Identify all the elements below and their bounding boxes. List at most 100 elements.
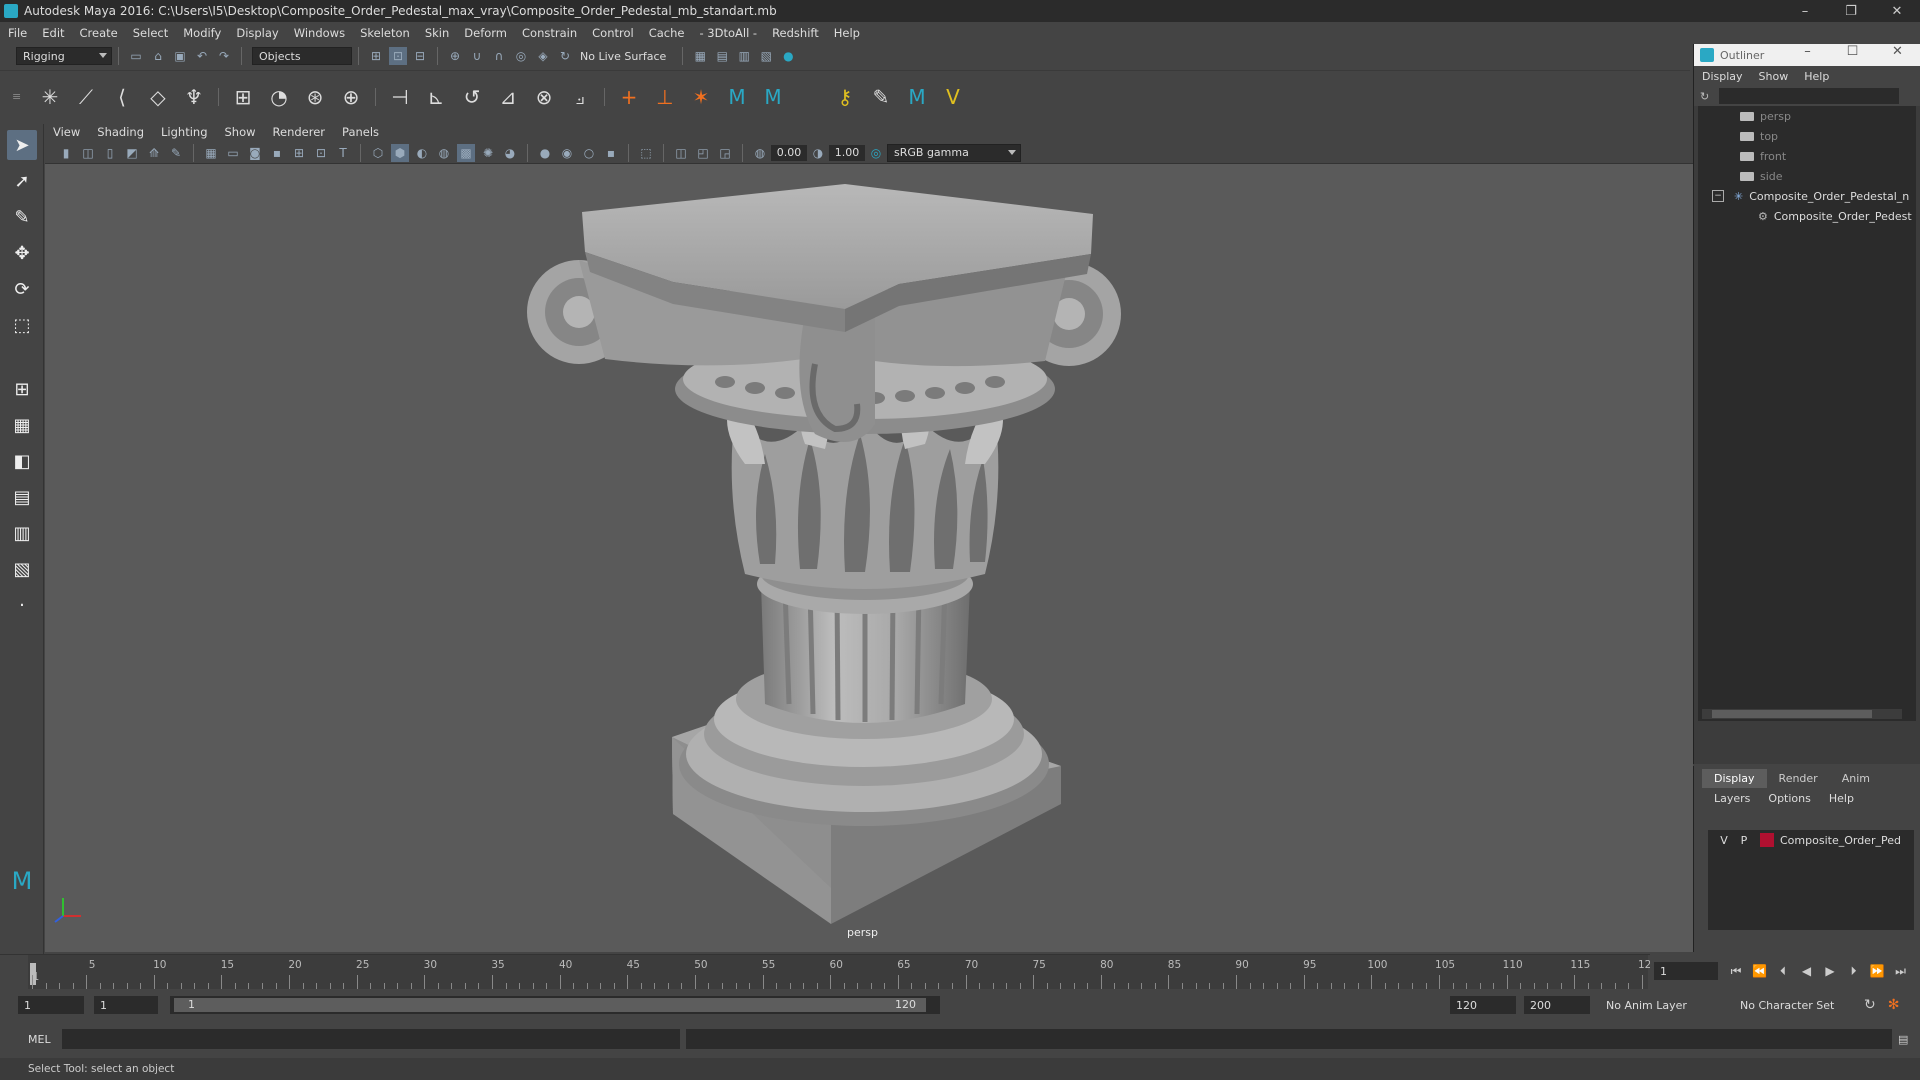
cluster-icon[interactable]: ⊕ xyxy=(336,82,366,112)
select-component-icon[interactable]: ⊟ xyxy=(411,47,429,65)
paint-weights-icon[interactable]: ◔ xyxy=(264,82,294,112)
outliner-layout-icon[interactable]: ▤ xyxy=(7,482,37,512)
scale-constraint-icon[interactable]: ⊿ xyxy=(493,82,523,112)
two-view-icon[interactable]: ◧ xyxy=(7,446,37,476)
2d-pan-icon[interactable]: ⟰ xyxy=(145,144,163,162)
script-editor-icon[interactable]: ▤ xyxy=(1898,1033,1908,1046)
snap-view-icon[interactable]: ◎ xyxy=(512,47,530,65)
step-forward-key-icon[interactable]: ⏩ xyxy=(1867,964,1887,978)
isolate-select-icon[interactable]: ⬚ xyxy=(637,144,655,162)
lights-icon[interactable]: ✺ xyxy=(479,144,497,162)
hypershade-layout-icon[interactable]: ▧ xyxy=(7,554,37,584)
hypershade-icon[interactable]: ● xyxy=(779,47,797,65)
camera-lock-icon[interactable]: ◫ xyxy=(79,144,97,162)
xray-icon[interactable]: ◫ xyxy=(672,144,690,162)
playback-end-field[interactable]: 120 xyxy=(1450,996,1516,1014)
depth-of-field-icon[interactable]: ▪ xyxy=(602,144,620,162)
step-forward-icon[interactable]: ⏵ xyxy=(1844,964,1864,979)
layer-row[interactable]: V P Composite_Order_Ped xyxy=(1708,830,1914,850)
ipr-render-icon[interactable]: ▥ xyxy=(735,47,753,65)
go-to-end-icon[interactable]: ⏭ xyxy=(1891,964,1911,979)
render-settings-icon[interactable]: ▧ xyxy=(757,47,775,65)
refresh-icon[interactable]: ↻ xyxy=(1700,90,1709,103)
render-frame-icon[interactable]: ▤ xyxy=(713,47,731,65)
outliner-menu-display[interactable]: Display xyxy=(1702,70,1743,83)
xray-joints-icon[interactable]: ◰ xyxy=(694,144,712,162)
select-hierarchy-icon[interactable]: ⊞ xyxy=(367,47,385,65)
layer-menu-layers[interactable]: Layers xyxy=(1714,792,1750,805)
outliner-list[interactable]: persp top front side − ✳ Composite_Order_P… xyxy=(1698,106,1916,721)
pole-vector-icon[interactable]: ⟓ xyxy=(565,82,595,112)
ik-spline-icon[interactable]: ⟨ xyxy=(107,82,137,112)
outliner-item[interactable]: top xyxy=(1698,126,1916,146)
multisample-icon[interactable]: ○ xyxy=(580,144,598,162)
anim-layer-dropdown[interactable]: No Anim Layer xyxy=(1600,996,1728,1014)
shadows-icon[interactable]: ◕ xyxy=(501,144,519,162)
joint-orient-icon[interactable]: ✶ xyxy=(686,82,716,112)
outliner-item[interactable]: front xyxy=(1698,146,1916,166)
shelf-options-icon[interactable]: ≡ xyxy=(12,90,24,103)
wireframe-icon[interactable]: ⬡ xyxy=(369,144,387,162)
play-forward-icon[interactable]: ▶ xyxy=(1820,964,1840,978)
tab-render[interactable]: Render xyxy=(1767,769,1830,788)
open-scene-icon[interactable]: ⌂ xyxy=(149,47,167,65)
go-to-start-icon[interactable]: ⏮ xyxy=(1726,964,1746,979)
ik-handle-icon[interactable]: ⟋ xyxy=(71,82,101,112)
step-back-icon[interactable]: ⏴ xyxy=(1773,964,1793,979)
checkmark-script-icon[interactable]: V xyxy=(938,82,968,112)
safe-title-icon[interactable]: T xyxy=(334,144,352,162)
outliner-item[interactable]: − ✳ Composite_Order_Pedestal_n xyxy=(1698,186,1916,206)
character-set-dropdown[interactable]: No Character Set xyxy=(1734,996,1854,1014)
resolution-gate-icon[interactable]: ◙ xyxy=(246,144,264,162)
select-object-icon[interactable]: ⊡ xyxy=(389,47,407,65)
outliner-menu-show[interactable]: Show xyxy=(1759,70,1789,83)
outliner-item[interactable]: persp xyxy=(1698,106,1916,126)
bind-skin-icon[interactable]: ⊞ xyxy=(228,82,258,112)
menu-create[interactable]: Create xyxy=(80,26,118,40)
preferences-icon[interactable]: ✻ xyxy=(1888,997,1900,1013)
wireframe-on-shaded-icon[interactable]: ◍ xyxy=(435,144,453,162)
maya-script-icon-3[interactable]: M xyxy=(902,82,932,112)
snap-curve-icon[interactable]: ∪ xyxy=(468,47,486,65)
scale-tool-icon[interactable]: ⬚ xyxy=(7,310,37,340)
bookmark-icon[interactable]: ▯ xyxy=(101,144,119,162)
lattice-icon[interactable]: ⊛ xyxy=(300,82,330,112)
new-scene-icon[interactable]: ▭ xyxy=(127,47,145,65)
live-surface-label[interactable]: No Live Surface xyxy=(580,50,666,63)
screen-space-ao-icon[interactable]: ● xyxy=(536,144,554,162)
auto-key-icon[interactable]: ↻ xyxy=(1864,997,1876,1013)
motion-blur-icon[interactable]: ◉ xyxy=(558,144,576,162)
paint-select-icon[interactable]: ✎ xyxy=(7,202,37,232)
menu-deform[interactable]: Deform xyxy=(464,26,507,40)
layer-visibility-toggle[interactable]: V xyxy=(1714,834,1734,847)
redo-icon[interactable]: ↷ xyxy=(215,47,233,65)
menu-control[interactable]: Control xyxy=(592,26,634,40)
gamma-field[interactable]: 1.00 xyxy=(829,144,865,161)
insert-joint-icon[interactable]: ◇ xyxy=(143,82,173,112)
playback-start-field[interactable]: 1 xyxy=(94,996,158,1014)
menu-skeleton[interactable]: Skeleton xyxy=(360,26,410,40)
menu-3dtoall[interactable]: - 3DtoAll - xyxy=(699,26,757,40)
point-constraint-icon[interactable]: ⊣ xyxy=(385,82,415,112)
command-input[interactable] xyxy=(62,1029,680,1049)
exposure-icon[interactable]: ◍ xyxy=(751,144,769,162)
current-frame-field[interactable]: 1 xyxy=(1654,962,1718,980)
outliner-maximize-button[interactable]: ☐ xyxy=(1830,44,1875,59)
snap-point-icon[interactable]: ∩ xyxy=(490,47,508,65)
maya-script-icon-2[interactable]: M xyxy=(758,82,788,112)
grease-pencil-icon[interactable]: ✎ xyxy=(167,144,185,162)
vp-menu-lighting[interactable]: Lighting xyxy=(161,125,207,139)
exposure-field[interactable]: 0.00 xyxy=(771,144,807,161)
layer-list[interactable]: V P Composite_Order_Ped xyxy=(1708,830,1914,930)
restore-button[interactable]: ❐ xyxy=(1828,0,1874,22)
menu-file[interactable]: File xyxy=(8,26,27,40)
select-tool-icon[interactable]: ➤ xyxy=(7,130,37,160)
four-view-icon[interactable]: ▦ xyxy=(7,410,37,440)
step-back-key-icon[interactable]: ⏪ xyxy=(1750,964,1770,978)
locator-icon[interactable]: + xyxy=(614,82,644,112)
tab-display[interactable]: Display xyxy=(1702,769,1767,788)
graph-layout-icon[interactable]: ▥ xyxy=(7,518,37,548)
menu-edit[interactable]: Edit xyxy=(42,26,64,40)
tab-anim[interactable]: Anim xyxy=(1830,769,1882,788)
outliner-search-input[interactable] xyxy=(1719,88,1900,104)
